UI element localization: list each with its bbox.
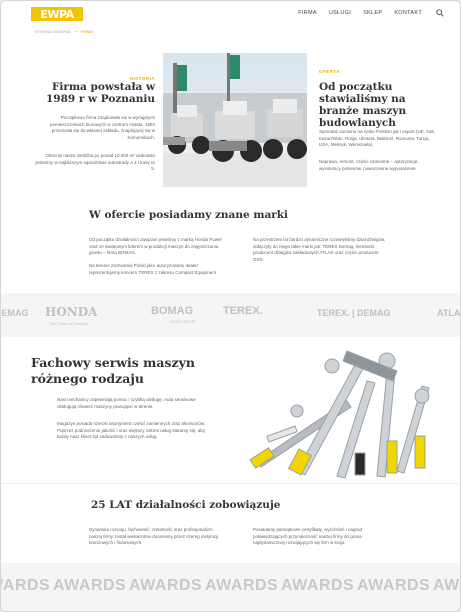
brands-left-paragraph-1: Od początku działalności związani jesteś… <box>89 237 223 255</box>
brands-left-paragraph-2: Na terenie zachodniej Polski jako autory… <box>89 263 218 275</box>
brand-bomag-tagline: FAYAT GROUP <box>171 320 196 324</box>
award-item: AWARDS <box>205 577 279 594</box>
logo[interactable]: EWPA <box>31 7 83 21</box>
history-paragraph-1: Początkowo firma znajdowała się w wynaję… <box>49 115 155 140</box>
machines-photo <box>163 53 307 187</box>
award-item: AWARDS <box>281 577 355 594</box>
service-paragraph-1: Nasi mechanicy zapewniają pomoc i szybką… <box>57 397 196 409</box>
award-item: AWARDS <box>53 577 127 594</box>
nav-item-uslugi[interactable]: USŁUGI <box>329 10 351 16</box>
service-paragraph-2: Magazyn posiada szeroki asortyment częśc… <box>57 421 206 439</box>
history-title: Firma powstała w 1989 r w Poznaniu <box>45 81 155 105</box>
brand-logo-atlas-partial: ATLAS <box>437 308 461 318</box>
history-paragraph-2: Obecnie nasza siedziba po ponad 10 000 m… <box>35 153 155 171</box>
brands-right-paragraph: Na przestrzeni lat bardzo dynamiczne roz… <box>253 237 386 262</box>
section-divider <box>1 483 460 484</box>
breadcrumb-home[interactable]: STRONA GŁÓWNA <box>35 29 70 34</box>
offer-title: Od początku stawialiśmy na branże maszyn… <box>319 81 407 129</box>
anniversary-left-paragraph: Dynamika rozwoju, fachowość, rzetelność … <box>89 527 219 545</box>
anniversary-right-paragraph: Posiadamy pamiątkowe certyfikaty, wyróżn… <box>253 527 362 545</box>
brand-logo-bomag: BOMAG <box>151 305 194 317</box>
anniversary-title: 25 LAT działalności zobowiązuje <box>91 499 281 511</box>
nav-item-kontakt[interactable]: KONTAKT <box>394 10 422 16</box>
service-title: Fachowy serwis maszyn różnego rodzaju <box>31 355 195 386</box>
brand-logos-strip: DEMAG HONDA The Power of Dreams BOMAG FA… <box>1 293 461 337</box>
brands-title: W ofercie posiadamy znane marki <box>89 209 289 221</box>
breadcrumb-separator: » <box>74 29 77 34</box>
brand-logo-honda: HONDA <box>45 305 98 319</box>
breadcrumb: STRONA GŁÓWNA » FIRMA <box>35 29 93 34</box>
brand-logo-demag-partial: DEMAG <box>1 308 29 318</box>
offer-tag: OFERTA <box>319 69 341 74</box>
main-nav: FIRMA USŁUGI SKLEP KONTAKT <box>298 10 422 16</box>
search-icon[interactable] <box>436 9 444 17</box>
award-item: AWARDS <box>433 577 460 594</box>
awards-strip: AWARDS AWARDS AWARDS AWARDS AWARDS AWARD… <box>1 563 460 611</box>
breadcrumb-current: FIRMA <box>80 29 94 34</box>
award-item: AWARDS <box>129 577 203 594</box>
site-header: EWPA FIRMA USŁUGI SKLEP KONTAKT <box>1 1 460 29</box>
brand-logo-terex-demag: TEREX. | DEMAG <box>317 308 391 318</box>
brand-logo-terex: TEREX. <box>223 305 263 317</box>
award-item: AWARDS <box>357 577 431 594</box>
nav-item-firma[interactable]: FIRMA <box>298 10 317 16</box>
award-item: AWARDS <box>1 577 51 594</box>
logo-text: EWPA <box>40 7 74 21</box>
tools-illustration <box>249 350 430 479</box>
offer-paragraph-2: Naprawa, remont, części zamienne – autor… <box>319 159 419 171</box>
page: EWPA FIRMA USŁUGI SKLEP KONTAKT STRONA G… <box>0 0 461 612</box>
brand-honda-tagline: The Power of Dreams <box>49 321 88 326</box>
nav-item-sklep[interactable]: SKLEP <box>363 10 382 16</box>
offer-paragraph-1: Sprzedaż zarówno na rynku Polskim jak i … <box>319 129 436 147</box>
